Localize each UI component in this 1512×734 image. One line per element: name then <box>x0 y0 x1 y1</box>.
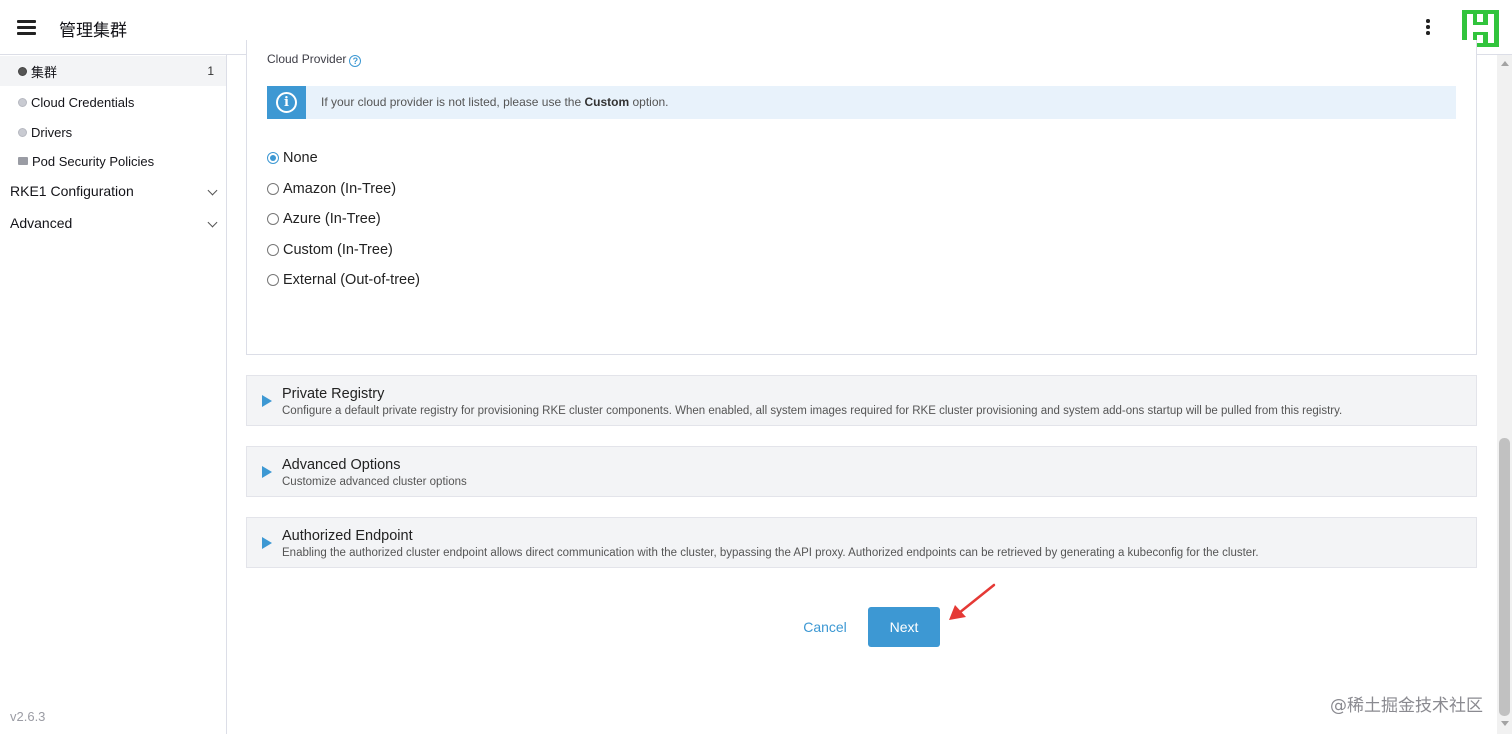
accordion-title: Authorized Endpoint <box>282 528 413 544</box>
sidebar-item-drivers[interactable]: Drivers <box>0 117 226 147</box>
vertical-scrollbar[interactable] <box>1497 55 1512 734</box>
radio-option-amazon[interactable]: Amazon (In-Tree) <box>267 181 396 197</box>
radio-button-checked[interactable] <box>267 152 279 164</box>
expand-arrow-icon[interactable] <box>262 537 272 549</box>
sidebar-group-label: RKE1 Configuration <box>10 183 134 199</box>
radio-button[interactable] <box>267 213 279 225</box>
sidebar-item-cloud-credentials[interactable]: Cloud Credentials <box>0 87 226 117</box>
watermark-text: @稀土掘金技术社区 <box>1330 696 1483 716</box>
more-options-icon[interactable] <box>1420 17 1436 37</box>
radio-option-none[interactable]: None <box>267 150 318 166</box>
radio-label: Amazon (In-Tree) <box>283 181 397 197</box>
cancel-button[interactable]: Cancel <box>794 617 856 637</box>
banner-text-before: If your cloud provider is not listed, pl… <box>321 95 585 109</box>
accordion-advanced-options[interactable]: Advanced Options Customize advanced clus… <box>246 446 1477 497</box>
scroll-up-icon[interactable] <box>1501 61 1509 66</box>
radio-option-custom[interactable]: Custom (In-Tree) <box>267 242 393 258</box>
radio-button[interactable] <box>267 244 279 256</box>
info-banner-text: If your cloud provider is not listed, pl… <box>321 95 669 109</box>
radio-label: External (Out-of-tree) <box>283 272 420 288</box>
accordion-description: Customize advanced cluster options <box>282 476 467 488</box>
chevron-down-icon <box>207 185 218 196</box>
banner-text-bold: Custom <box>584 95 630 109</box>
page-title: 管理集群 <box>59 21 127 41</box>
version-label: v2.6.3 <box>10 709 46 724</box>
accordion-description: Configure a default private registry for… <box>282 405 1343 417</box>
globe-icon <box>18 127 27 137</box>
accordion-description: Enabling the authorized cluster endpoint… <box>282 547 1259 559</box>
radio-label: None <box>283 150 318 166</box>
info-icon: i <box>276 92 297 113</box>
sidebar-item-label: 集群 <box>31 64 58 80</box>
annotation-arrow-icon <box>949 583 996 620</box>
expand-arrow-icon[interactable] <box>262 466 272 478</box>
folder-icon <box>18 157 28 165</box>
scrollbar-thumb[interactable] <box>1499 438 1510 716</box>
scroll-down-icon[interactable] <box>1501 721 1509 726</box>
banner-text-after: option. <box>629 95 669 109</box>
sidebar-item-label: Pod Security Policies <box>32 153 155 169</box>
sidebar-item-clusters[interactable]: 集群 1 <box>0 56 226 86</box>
info-banner-icon-box: i <box>267 86 306 119</box>
cluster-count-badge: 1 <box>207 64 214 78</box>
next-button[interactable]: Next <box>868 607 940 647</box>
sidebar-group-label: Advanced <box>10 215 73 231</box>
accordion-title: Private Registry <box>282 386 385 402</box>
chevron-down-icon <box>207 217 218 228</box>
globe-icon <box>18 66 27 76</box>
sidebar-item-pod-security-policies[interactable]: Pod Security Policies <box>0 146 226 176</box>
sidebar-group-rke1-configuration[interactable]: RKE1 Configuration <box>10 183 218 199</box>
sidebar-item-label: Drivers <box>31 124 73 140</box>
accordion-private-registry[interactable]: Private Registry Configure a default pri… <box>246 375 1477 426</box>
radio-label: Azure (In-Tree) <box>283 211 381 227</box>
radio-button[interactable] <box>267 183 279 195</box>
cloud-provider-label-text: Cloud Provider <box>267 52 347 66</box>
help-icon[interactable]: ? <box>349 55 362 67</box>
globe-icon <box>18 97 27 107</box>
accordion-title: Advanced Options <box>282 457 401 473</box>
sidebar-item-label: Cloud Credentials <box>31 94 135 110</box>
expand-arrow-icon[interactable] <box>262 395 272 407</box>
radio-button[interactable] <box>267 274 279 286</box>
sidebar-group-advanced[interactable]: Advanced <box>10 215 218 231</box>
accordion-authorized-endpoint[interactable]: Authorized Endpoint Enabling the authori… <box>246 517 1477 568</box>
radio-label: Custom (In-Tree) <box>283 242 393 258</box>
radio-option-azure[interactable]: Azure (In-Tree) <box>267 211 381 227</box>
radio-option-external[interactable]: External (Out-of-tree) <box>267 272 420 288</box>
hamburger-menu-icon[interactable] <box>17 19 37 35</box>
cloud-provider-label: Cloud Provider? <box>267 52 362 67</box>
info-banner: i If your cloud provider is not listed, … <box>267 86 1456 119</box>
